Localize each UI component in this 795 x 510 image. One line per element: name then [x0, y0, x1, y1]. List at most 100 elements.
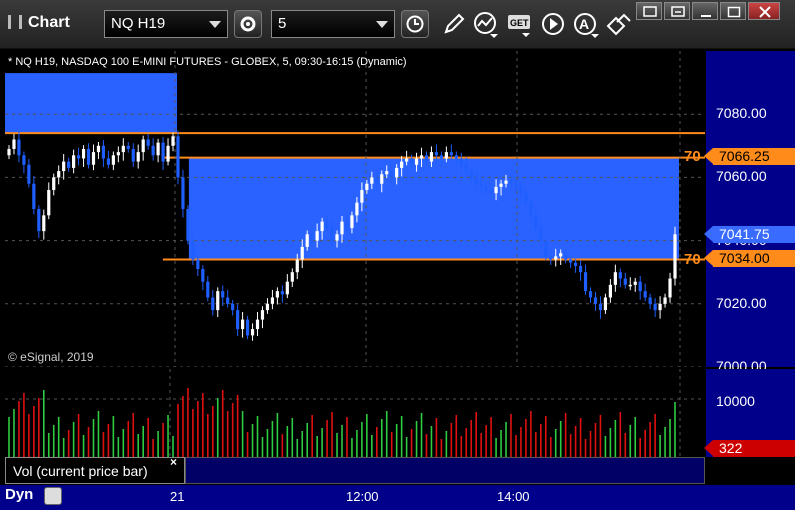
volume-chart[interactable] — [5, 369, 705, 457]
studies-button[interactable] — [472, 10, 500, 38]
candle-body — [569, 259, 573, 263]
current-volume-tag: 322 — [704, 440, 795, 457]
candle-body — [365, 183, 369, 191]
pin-button[interactable] — [636, 2, 662, 20]
chevron-down-icon — [376, 21, 388, 28]
symbol-dropdown[interactable]: NQ H19 — [104, 10, 228, 38]
candle-body — [628, 284, 632, 287]
time-axis[interactable]: 21 12:00 14:00 — [0, 485, 795, 510]
candle-body — [414, 158, 419, 165]
candle-body — [593, 297, 598, 304]
candle-body — [559, 253, 563, 257]
candle-body — [360, 190, 364, 203]
link-icon — [606, 13, 631, 36]
candle-body — [280, 291, 284, 295]
time-tick: 21 — [170, 489, 185, 504]
candle-body — [310, 234, 314, 241]
candle-body — [638, 281, 642, 292]
replay-button[interactable] — [540, 10, 568, 38]
draw-button[interactable] — [440, 10, 468, 38]
interval-value: 5 — [278, 15, 287, 32]
minimize-button[interactable] — [692, 2, 718, 20]
candle-body — [419, 155, 424, 159]
candle-body — [260, 310, 265, 320]
candle-body — [161, 142, 165, 162]
candle-body — [608, 284, 612, 298]
candle-body — [285, 281, 289, 295]
candle-body — [658, 303, 662, 311]
settings-button[interactable] — [234, 10, 262, 38]
candle-body — [588, 291, 593, 298]
candle-body — [345, 221, 349, 228]
candle-body — [623, 278, 627, 285]
upper-level-price-tag: 7066.25 — [704, 148, 795, 165]
candle-body — [37, 209, 41, 232]
time-tick: 14:00 — [497, 489, 530, 504]
candle-body — [81, 148, 86, 159]
support-resistance-zone — [5, 73, 178, 134]
alerts-button[interactable]: A — [572, 10, 600, 38]
candle-body — [370, 177, 374, 184]
volume-axis[interactable]: 10000 322 — [704, 369, 795, 457]
candle-body — [136, 152, 140, 162]
close-icon[interactable]: × — [170, 455, 177, 469]
candle-body — [101, 145, 106, 159]
candle-body — [578, 265, 583, 273]
candle-body — [290, 272, 294, 282]
candle-body — [409, 158, 414, 165]
support-resistance-zone — [188, 157, 680, 260]
candle-body — [231, 303, 235, 311]
candle-body — [424, 155, 429, 162]
candle-body — [126, 145, 130, 149]
candle-body — [449, 152, 453, 156]
maximize-button[interactable] — [720, 2, 746, 20]
price-tick: 7080.00 — [716, 105, 767, 121]
candle-body — [255, 319, 260, 330]
candle-body — [146, 139, 150, 146]
candle-body — [504, 180, 508, 184]
candle-body — [434, 152, 439, 156]
link-window-button[interactable] — [664, 2, 690, 20]
candle-body — [439, 155, 444, 159]
close-button[interactable] — [748, 2, 780, 20]
get-icon: GET — [508, 15, 530, 37]
candle-body — [240, 319, 245, 330]
symbol-value: NQ H19 — [111, 15, 166, 32]
lock-icon[interactable] — [44, 487, 62, 505]
candle-body — [141, 139, 145, 153]
time-template-button[interactable] — [401, 10, 429, 38]
dynamic-mode-label[interactable]: Dyn — [5, 486, 33, 503]
candle-body — [405, 158, 409, 162]
candle-body — [151, 145, 155, 156]
link-button[interactable] — [604, 10, 632, 38]
candle-body — [275, 291, 279, 298]
candle-body — [668, 278, 672, 298]
candle-body — [226, 297, 230, 304]
candle-body — [549, 256, 553, 260]
interval-dropdown[interactable]: 5 — [271, 10, 395, 38]
candle-body — [111, 155, 115, 165]
candle-body — [519, 186, 523, 194]
candle-body — [350, 215, 354, 228]
candle-body — [300, 246, 304, 260]
candle-body — [91, 152, 96, 165]
volume-legend-strip — [185, 457, 705, 484]
price-chart[interactable] — [5, 51, 705, 367]
candle-body — [181, 177, 185, 209]
candle-body — [494, 186, 498, 194]
price-axis[interactable]: 7080.00 7060.00 7040.00 7020.00 7000.00 … — [704, 51, 795, 374]
candle-body — [400, 161, 404, 168]
candle-body — [250, 329, 255, 336]
candle-body — [464, 164, 468, 172]
candle-body — [201, 269, 205, 282]
get-data-button[interactable]: GET — [506, 10, 534, 38]
candle-body — [385, 171, 389, 175]
candle-body — [131, 148, 135, 162]
candle-body — [330, 227, 334, 241]
time-tick: 12:00 — [346, 489, 379, 504]
candle-body — [618, 272, 622, 279]
candle-body — [106, 158, 111, 165]
candle-body — [7, 148, 11, 156]
candle-body — [186, 209, 190, 241]
candle-body — [221, 291, 225, 298]
